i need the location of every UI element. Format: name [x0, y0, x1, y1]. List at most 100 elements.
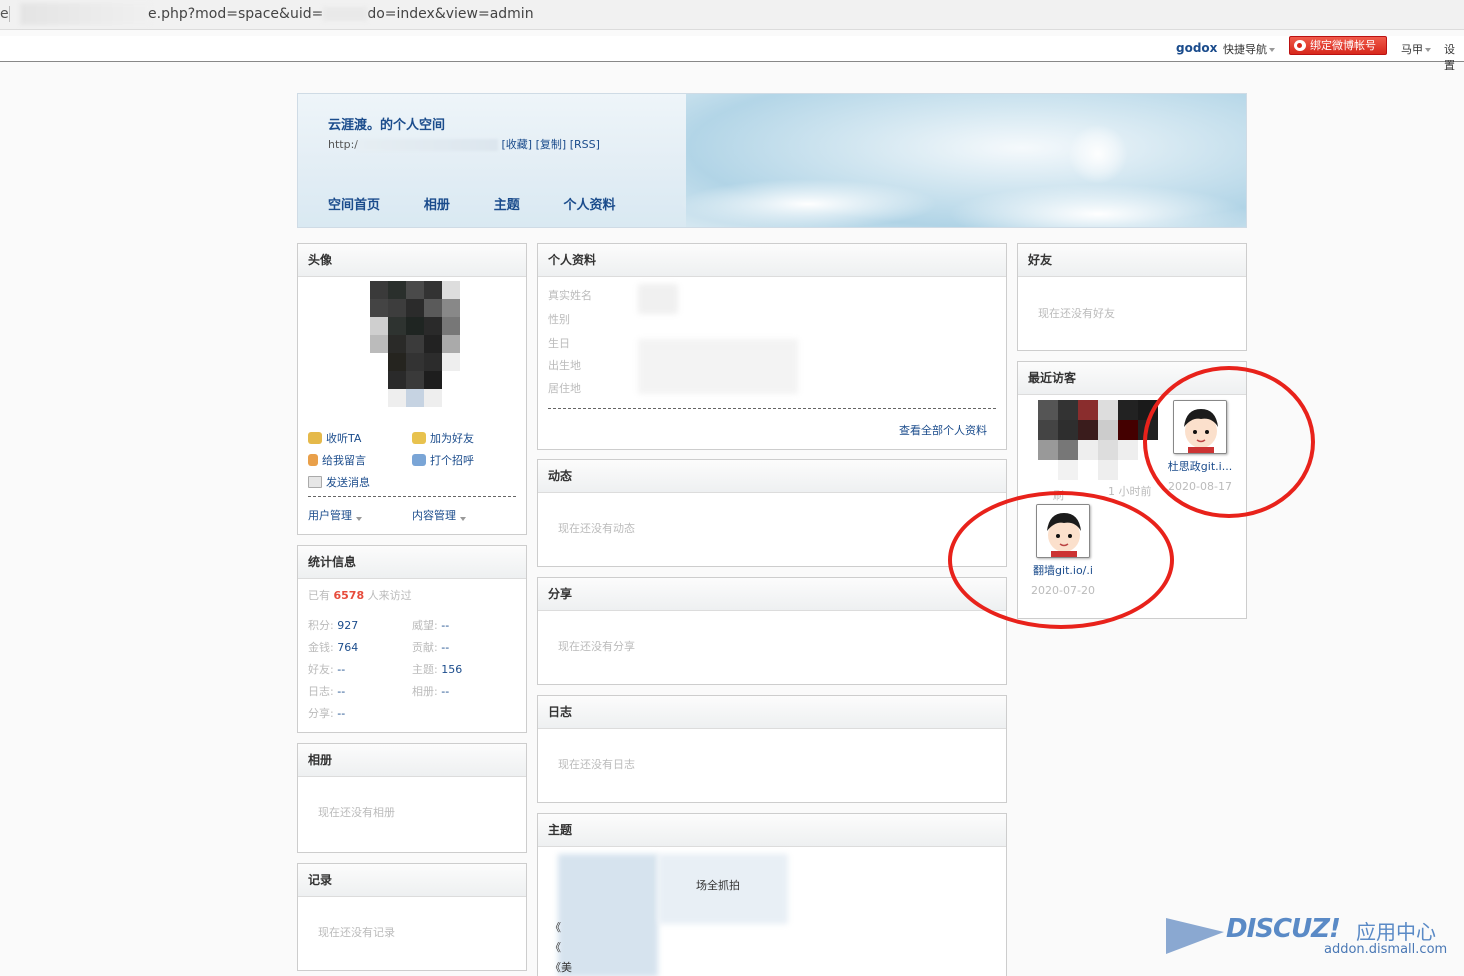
stat-shares: 分享: -- — [308, 707, 346, 720]
thread-panel: 主题 场全抓拍 《 《 《美 — [537, 813, 1007, 976]
nav-threads[interactable]: 主题 — [494, 194, 520, 213]
banner-dandelion — [1068, 124, 1128, 184]
annotation-circle — [948, 491, 1174, 629]
url-redacted — [358, 139, 498, 151]
chevron-down-icon — [1269, 48, 1275, 52]
content-manage-menu[interactable]: 内容管理 — [412, 507, 466, 523]
panel-title: 主题 — [538, 814, 1006, 847]
view-all-profile-link[interactable]: 查看全部个人资料 — [899, 422, 987, 438]
panel-title: 记录 — [298, 864, 526, 897]
chevron-down-icon — [1425, 48, 1431, 52]
nav-album[interactable]: 相册 — [424, 194, 450, 213]
feed-panel: 动态 现在还没有动态 — [537, 459, 1007, 567]
stats-panel: 统计信息 已有 6578 人来访过 积分: 927 威望: -- 金钱: 764… — [297, 545, 527, 733]
field-residence: 居住地 — [548, 382, 581, 395]
thread-item[interactable]: 《 — [550, 939, 561, 955]
profile-panel: 个人资料 真实姓名 性别 生日 出生地 居住地 查看全部个人资料 — [537, 243, 1007, 450]
redacted-block — [558, 854, 658, 976]
bookmark-link[interactable]: [收藏] — [502, 138, 533, 151]
panel-title: 统计信息 — [298, 546, 526, 579]
paper-plane-icon — [1166, 918, 1224, 954]
username-link[interactable]: godox — [1176, 41, 1217, 55]
blog-panel: 日志 现在还没有日志 — [537, 695, 1007, 803]
quick-nav-menu[interactable]: 快捷导航 — [1223, 41, 1275, 57]
album-panel: 相册 现在还没有相册 — [297, 743, 527, 853]
panel-title: 好友 — [1018, 244, 1246, 277]
empty-text: 现在还没有分享 — [558, 640, 635, 653]
empty-text: 现在还没有日志 — [558, 758, 635, 771]
watermark-cn: 应用中心 — [1356, 920, 1436, 944]
bind-weibo-button[interactable]: 绑定微博帐号 — [1289, 36, 1387, 55]
annotation-circle — [1143, 366, 1315, 518]
stat-friends: 好友: -- — [308, 663, 346, 676]
friends-panel: 好友 现在还没有好友 — [1017, 243, 1247, 351]
empty-text: 现在还没有记录 — [318, 926, 395, 939]
stat-threads: 主题: 156 — [412, 663, 463, 676]
field-birthday: 生日 — [548, 337, 570, 350]
thread-item[interactable]: 《美 — [550, 959, 572, 975]
greet-action[interactable]: 打个招呼 — [412, 452, 474, 468]
discuz-watermark: DISCUZ! 应用中心 addon.dismall.com — [1166, 912, 1456, 968]
share-panel: 分享 现在还没有分享 — [537, 577, 1007, 685]
address-url[interactable]: e.php?mod=space&uid= do=index&view=admin — [148, 6, 534, 22]
space-title: 云涯渡。的个人空间 — [328, 118, 446, 133]
panel-title: 个人资料 — [538, 244, 1006, 277]
record-panel: 记录 现在还没有记录 — [297, 863, 527, 971]
banner-cloud — [678, 179, 938, 227]
watermark-brand: DISCUZ! — [1226, 914, 1341, 944]
thread-item[interactable]: 《 — [550, 919, 561, 935]
visitor-avatar[interactable] — [1038, 400, 1158, 480]
envelope-icon — [308, 476, 322, 488]
leave-message-action[interactable]: 给我留言 — [308, 452, 366, 468]
add-friend-action[interactable]: 加为好友 — [412, 430, 474, 446]
top-toolbar: godox 快捷导航 绑定微博帐号 马甲 设置 — [0, 36, 1464, 72]
follow-action[interactable]: 收听TA — [308, 430, 361, 446]
settings-link[interactable]: 设置 — [1444, 41, 1464, 73]
user-menu[interactable]: 马甲 — [1401, 41, 1431, 57]
empty-text: 现在还没有相册 — [318, 806, 395, 819]
empty-text: 现在还没有好友 — [1038, 307, 1115, 320]
nav-home[interactable]: 空间首页 — [328, 194, 380, 213]
empty-text: 现在还没有动态 — [558, 522, 635, 535]
field-realname: 真实姓名 — [548, 289, 592, 302]
panel-title: 动态 — [538, 460, 1006, 493]
stat-blogs: 日志: -- — [308, 685, 346, 698]
panel-title: 头像 — [298, 244, 526, 277]
chevron-down-icon — [356, 517, 362, 521]
thread-item[interactable]: 场全抓拍 — [696, 877, 740, 893]
divider — [548, 408, 996, 409]
avatar-panel: 头像 收听TA 加为好友 给我留言 打个招呼 发送消息 用户管理 内容管理 — [297, 243, 527, 535]
panel-title: 分享 — [538, 578, 1006, 611]
pencil-icon — [308, 454, 318, 466]
follow-icon — [308, 432, 322, 444]
avatar-image[interactable] — [370, 281, 460, 407]
copy-link[interactable]: [复制] — [536, 138, 567, 151]
chevron-down-icon — [460, 517, 466, 521]
user-manage-menu[interactable]: 用户管理 — [308, 507, 362, 523]
space-url: http:/ [收藏] [复制] [RSS] — [328, 138, 600, 151]
divider — [308, 496, 516, 497]
stat-albums: 相册: -- — [412, 685, 450, 698]
address-edge-text: e — [0, 6, 9, 22]
banner-cloud — [948, 184, 1246, 227]
address-bar[interactable]: e e.php?mod=space&uid= do=index&view=admi… — [0, 0, 1464, 30]
space-nav: 空间首页 相册 主题 个人资料 — [328, 194, 656, 213]
visit-count: 已有 6578 人来访过 — [308, 589, 412, 602]
weibo-icon — [1294, 40, 1306, 51]
add-friend-icon — [412, 432, 426, 444]
watermark-site: addon.dismall.com — [1324, 942, 1448, 957]
nav-profile[interactable]: 个人资料 — [564, 194, 616, 213]
stat-credits: 积分: 927 — [308, 619, 359, 632]
stat-contribution: 贡献: -- — [412, 641, 450, 654]
stat-money: 金钱: 764 — [308, 641, 359, 654]
redacted-block — [638, 284, 678, 314]
field-birthplace: 出生地 — [548, 359, 581, 372]
send-message-action[interactable]: 发送消息 — [308, 474, 370, 490]
panel-title: 相册 — [298, 744, 526, 777]
field-gender: 性别 — [548, 313, 570, 326]
rss-link[interactable]: [RSS] — [570, 138, 600, 151]
visitor-date: 1 小时前 — [1108, 485, 1152, 498]
greet-icon — [412, 454, 426, 466]
panel-title: 日志 — [538, 696, 1006, 729]
space-header: 云涯渡。的个人空间 http:/ [收藏] [复制] [RSS] 空间首页 相册… — [297, 93, 1247, 228]
